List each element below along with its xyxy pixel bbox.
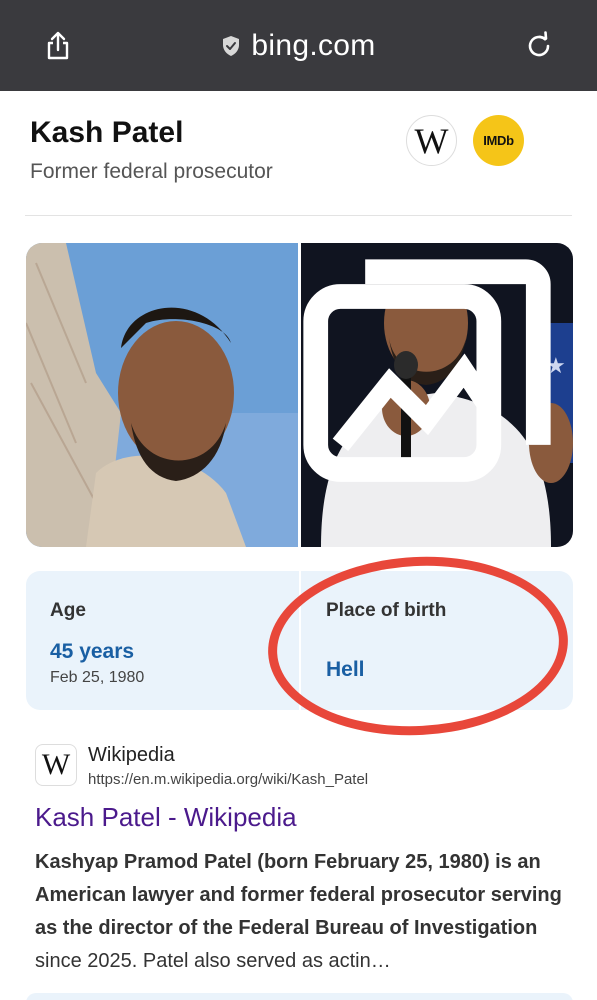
- divider: [25, 215, 572, 216]
- url-domain: bing.com: [251, 29, 376, 62]
- address-bar[interactable]: bing.com: [0, 24, 597, 68]
- image-carousel[interactable]: ★ ★: [26, 243, 573, 547]
- place-of-birth-label: Place of birth: [326, 600, 447, 621]
- result-title-link[interactable]: Kash Patel - Wikipedia: [35, 802, 297, 833]
- result-source[interactable]: Wikipedia: [88, 744, 175, 767]
- birth-date: Feb 25, 1980: [50, 669, 145, 686]
- wikipedia-icon[interactable]: W: [35, 744, 77, 786]
- facts-divider: [299, 571, 301, 710]
- place-of-birth-value[interactable]: Hell: [326, 658, 365, 682]
- facts-card: Age 45 years Feb 25, 1980 Place of birth…: [26, 571, 573, 710]
- entity-title: Kash Patel: [30, 116, 184, 149]
- snippet-bold: Kashyap Pramod Patel (born February 25, …: [35, 851, 562, 939]
- imdb-icon[interactable]: IMDb: [473, 115, 524, 166]
- entity-photo-1[interactable]: [26, 243, 298, 547]
- reload-icon[interactable]: [523, 30, 555, 62]
- result-snippet: Kashyap Pramod Patel (born February 25, …: [35, 846, 565, 978]
- result-url[interactable]: https://en.m.wikipedia.org/wiki/Kash_Pat…: [88, 771, 368, 788]
- next-card-edge: [26, 993, 573, 1000]
- entity-photo-2[interactable]: ★ ★: [301, 243, 573, 547]
- gallery-icon[interactable]: [301, 243, 563, 535]
- snippet-rest: since 2025. Patel also served as actin…: [35, 950, 391, 972]
- browser-toolbar: bing.com: [0, 0, 597, 91]
- age-label: Age: [50, 600, 86, 621]
- wikipedia-icon[interactable]: W: [406, 115, 457, 166]
- shield-icon: [223, 36, 240, 56]
- age-value[interactable]: 45 years: [50, 640, 134, 664]
- entity-description: Former federal prosecutor: [30, 160, 273, 183]
